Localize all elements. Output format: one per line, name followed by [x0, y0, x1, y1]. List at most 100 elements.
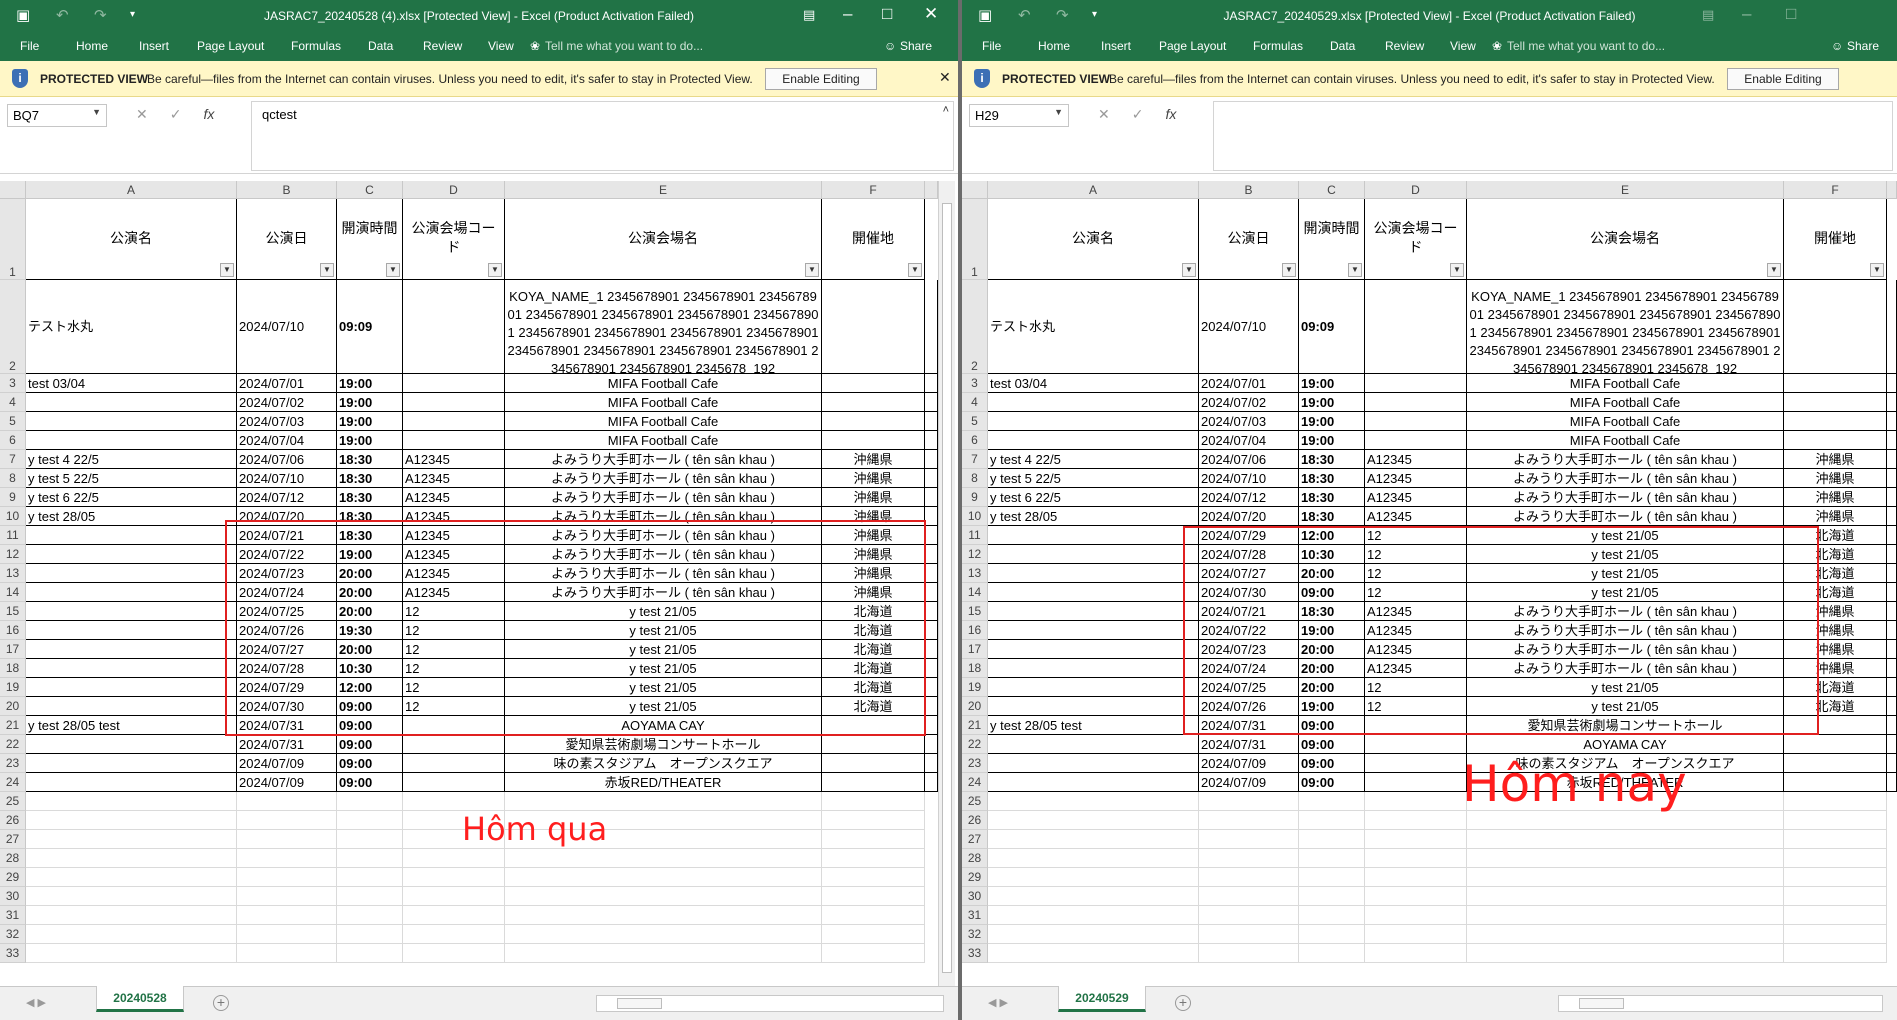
empty-cell[interactable]	[237, 811, 337, 830]
table-cell[interactable]: 19:00	[1299, 412, 1365, 431]
table-cell[interactable]: 2024/07/12	[237, 488, 337, 507]
cancel-icon[interactable]: ✕	[136, 106, 148, 122]
table-cell[interactable]: 19:00	[1299, 431, 1365, 450]
table-cell[interactable]: 沖縄県	[1784, 488, 1887, 507]
table-cell[interactable]: 2024/07/09	[1199, 773, 1299, 792]
empty-cell[interactable]	[403, 868, 505, 887]
empty-cell[interactable]	[988, 944, 1199, 963]
column-header-a[interactable]: A	[26, 181, 237, 199]
row-header-12[interactable]: 12	[0, 545, 26, 564]
ribbon-tab-formulas[interactable]: Formulas	[1253, 39, 1303, 53]
empty-cell[interactable]	[1784, 792, 1887, 811]
table-cell[interactable]	[1365, 773, 1467, 792]
row-header-8[interactable]: 8	[962, 469, 988, 488]
table-cell[interactable]	[925, 659, 938, 678]
row-header-17[interactable]: 17	[0, 640, 26, 659]
row-header-1[interactable]: 1	[0, 199, 26, 280]
table-cell[interactable]: 2024/07/03	[1199, 412, 1299, 431]
table-cell[interactable]	[26, 545, 237, 564]
minimize-icon[interactable]: –	[1742, 4, 1751, 24]
table-cell[interactable]: A12345	[403, 488, 505, 507]
filter-dropdown-icon[interactable]: ▼	[220, 263, 234, 277]
table-cell[interactable]	[988, 754, 1199, 773]
table-cell[interactable]: 2024/07/02	[237, 393, 337, 412]
table-cell[interactable]: A12345	[403, 469, 505, 488]
table-cell[interactable]: 2024/07/12	[1199, 488, 1299, 507]
empty-cell[interactable]	[1199, 887, 1299, 906]
table-cell[interactable]: 2024/07/09	[1199, 754, 1299, 773]
row-header-8[interactable]: 8	[0, 469, 26, 488]
empty-cell[interactable]	[1299, 849, 1365, 868]
table-cell[interactable]	[403, 393, 505, 412]
table-cell[interactable]	[925, 545, 938, 564]
maximize-icon[interactable]: □	[1786, 4, 1796, 24]
header-cell[interactable]: 開演時間 ▼	[337, 199, 403, 280]
table-cell[interactable]	[26, 773, 237, 792]
empty-cell[interactable]	[822, 792, 925, 811]
table-cell[interactable]: MIFA Football Cafe	[1467, 393, 1784, 412]
row-header-6[interactable]: 6	[962, 431, 988, 450]
row-header-2[interactable]: 2	[0, 280, 26, 374]
table-cell[interactable]: 18:30	[1299, 450, 1365, 469]
table-cell[interactable]	[1887, 583, 1897, 602]
table-cell[interactable]: 2024/07/04	[1199, 431, 1299, 450]
empty-cell[interactable]	[1784, 849, 1887, 868]
enter-icon[interactable]: ✓	[170, 106, 182, 122]
table-cell[interactable]: 18:30	[337, 450, 403, 469]
empty-cell[interactable]	[1365, 811, 1467, 830]
row-header-4[interactable]: 4	[0, 393, 26, 412]
table-cell[interactable]	[403, 754, 505, 773]
table-cell[interactable]	[988, 393, 1199, 412]
empty-cell[interactable]	[1467, 944, 1784, 963]
table-cell[interactable]	[988, 412, 1199, 431]
row-header-26[interactable]: 26	[962, 811, 988, 830]
table-cell[interactable]: 19:00	[1299, 393, 1365, 412]
row-header-29[interactable]: 29	[0, 868, 26, 887]
table-cell[interactable]: y test 5 22/5	[26, 469, 237, 488]
table-cell[interactable]: 2024/07/02	[1199, 393, 1299, 412]
table-cell[interactable]: 18:30	[1299, 507, 1365, 526]
header-cell[interactable]: 公演名 ▼	[988, 199, 1199, 280]
table-cell[interactable]	[925, 716, 938, 735]
table-cell[interactable]: MIFA Football Cafe	[505, 374, 822, 393]
row-header-1[interactable]: 1	[962, 199, 988, 280]
row-header-25[interactable]: 25	[0, 792, 26, 811]
table-cell[interactable]	[26, 678, 237, 697]
ribbon-tab-home[interactable]: Home	[76, 39, 108, 53]
empty-cell[interactable]	[1365, 925, 1467, 944]
table-cell[interactable]	[988, 602, 1199, 621]
header-cell[interactable]: 公演日 ▼	[1199, 199, 1299, 280]
table-cell[interactable]	[1887, 469, 1897, 488]
table-cell[interactable]	[988, 564, 1199, 583]
table-cell[interactable]: A12345	[1365, 469, 1467, 488]
filter-dropdown-icon[interactable]: ▼	[1348, 263, 1362, 277]
table-cell[interactable]	[822, 773, 925, 792]
empty-cell[interactable]	[403, 925, 505, 944]
empty-cell[interactable]	[337, 925, 403, 944]
table-cell[interactable]: 2024/07/10	[237, 280, 337, 374]
table-cell[interactable]	[1887, 754, 1897, 773]
table-cell[interactable]: よみうり大手町ホール ( tên sân khau )	[505, 450, 822, 469]
table-cell[interactable]: KOYA_NAME_1 2345678901 2345678901 234567…	[505, 280, 822, 374]
table-cell[interactable]	[1887, 412, 1897, 431]
empty-cell[interactable]	[1467, 925, 1784, 944]
table-cell[interactable]: テスト水丸	[26, 280, 237, 374]
share-button[interactable]: Share	[1847, 39, 1879, 53]
table-cell[interactable]: 18:30	[337, 488, 403, 507]
empty-cell[interactable]	[822, 849, 925, 868]
table-cell[interactable]	[403, 735, 505, 754]
empty-cell[interactable]	[505, 944, 822, 963]
table-cell[interactable]	[822, 431, 925, 450]
table-cell[interactable]: 2024/07/10	[1199, 280, 1299, 374]
filter-dropdown-icon[interactable]: ▼	[1182, 263, 1196, 277]
empty-cell[interactable]	[1299, 830, 1365, 849]
table-cell[interactable]: 2024/07/09	[237, 754, 337, 773]
empty-cell[interactable]	[1365, 849, 1467, 868]
empty-cell[interactable]	[26, 925, 237, 944]
table-cell[interactable]: 09:00	[1299, 773, 1365, 792]
table-cell[interactable]: MIFA Football Cafe	[505, 412, 822, 431]
column-header-g[interactable]	[1887, 181, 1897, 199]
table-cell[interactable]	[1365, 280, 1467, 374]
table-cell[interactable]	[1887, 735, 1897, 754]
empty-cell[interactable]	[1299, 944, 1365, 963]
